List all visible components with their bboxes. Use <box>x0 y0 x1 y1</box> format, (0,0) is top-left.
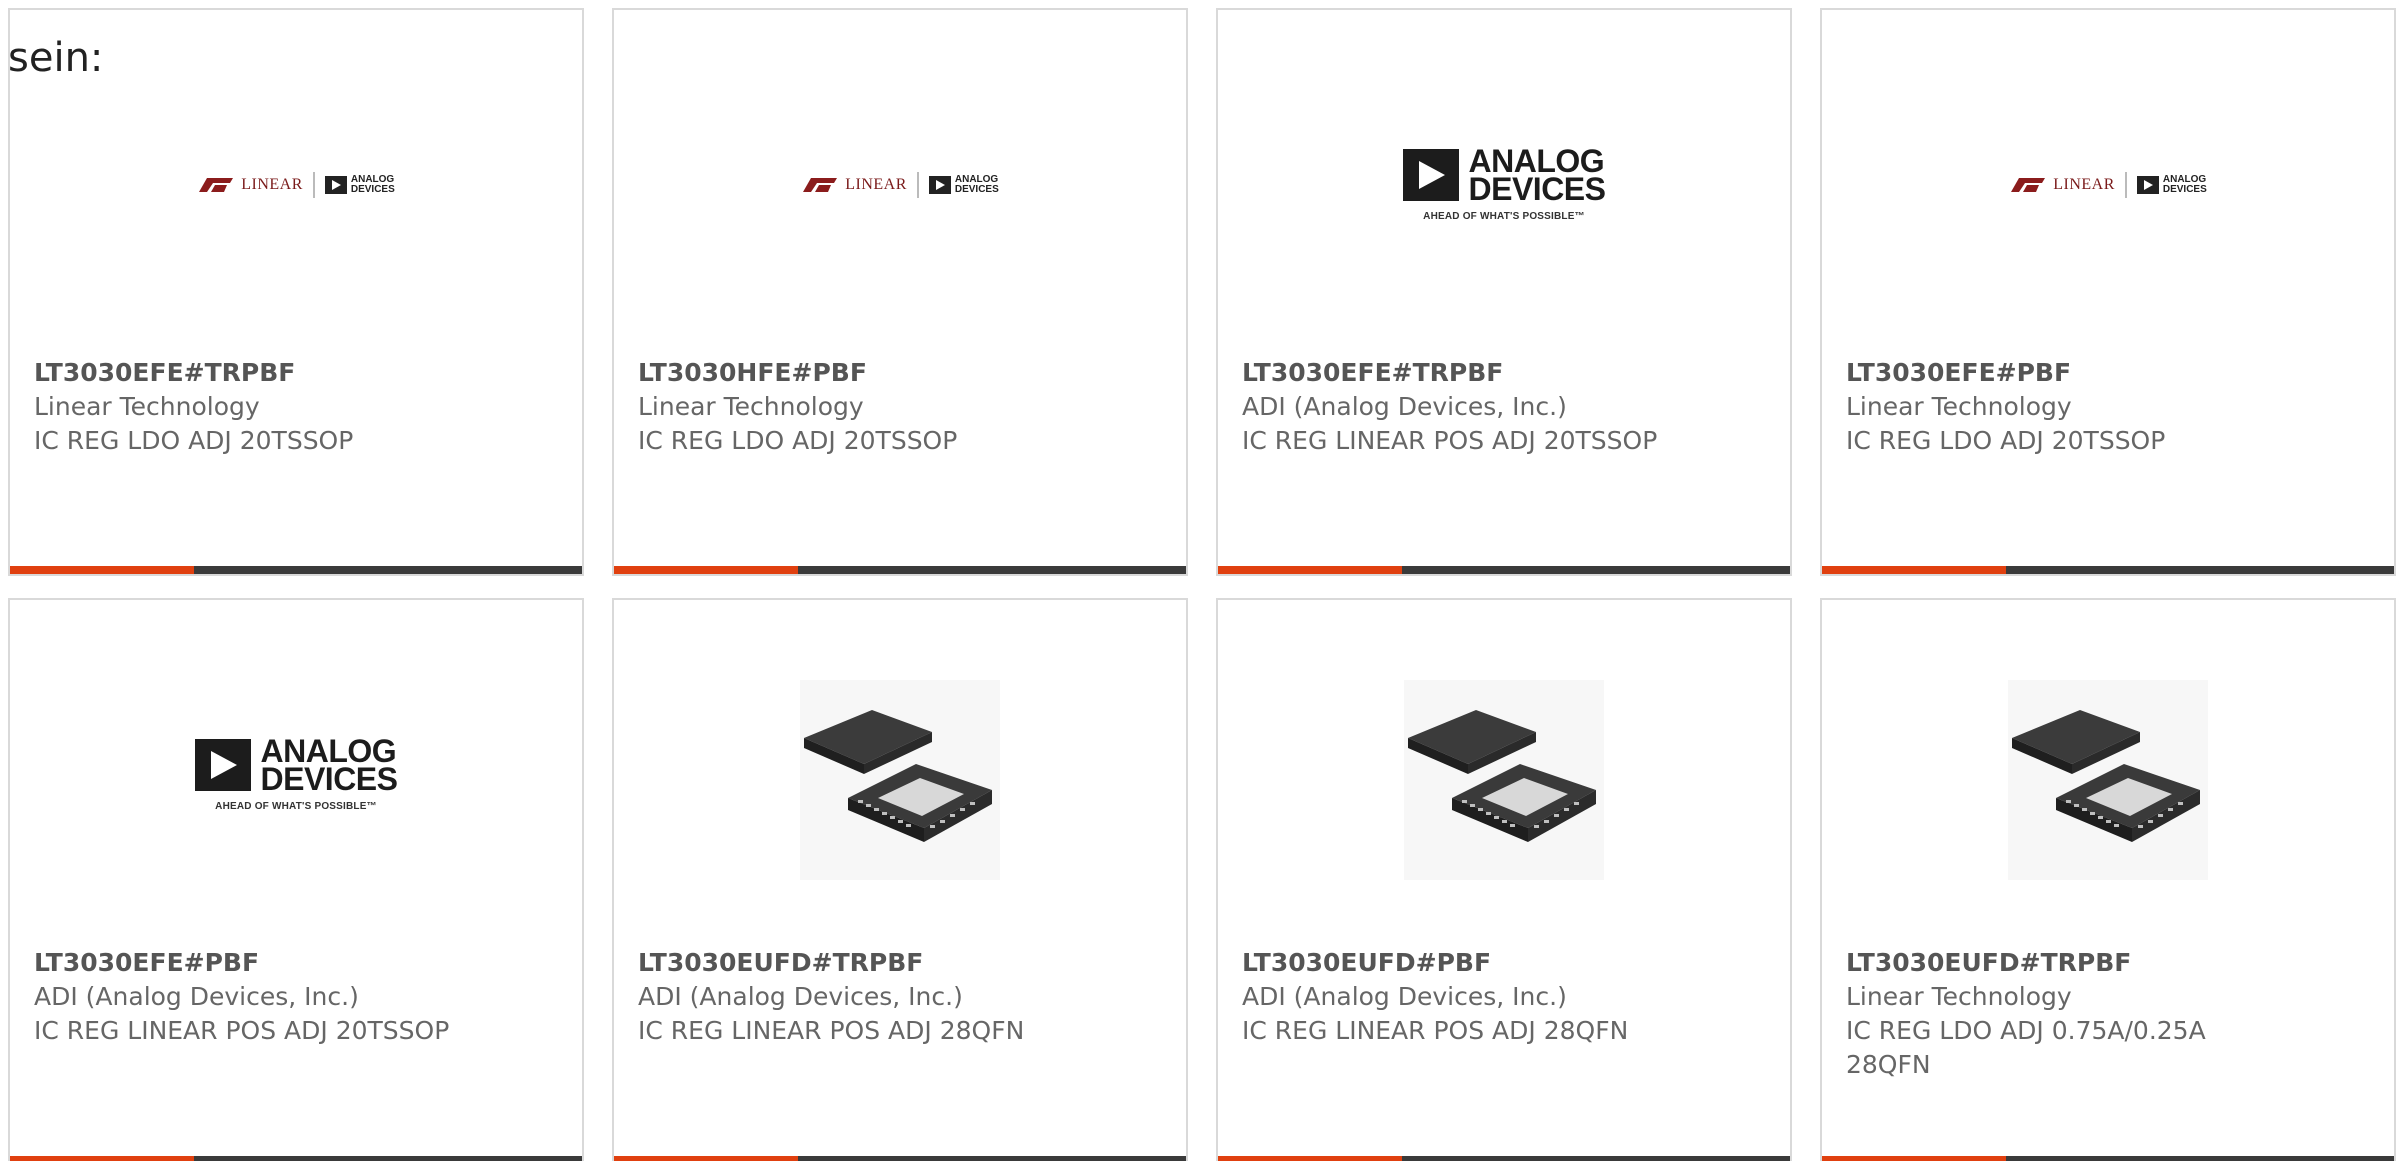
product-image[interactable]: LINEAR ANALOG DEVICES <box>1822 10 2394 350</box>
product-card[interactable]: ANALOG DEVICES AHEAD OF WHAT'S POSSIBLE™ … <box>8 598 584 1161</box>
manufacturer: Linear Technology <box>34 392 260 421</box>
card-bottom-bar <box>1822 566 2394 574</box>
description: IC REG LDO ADJ 20TSSOP <box>638 426 958 455</box>
description: IC REG LDO ADJ 0.75A/0.25A 28QFN <box>1846 1016 2206 1079</box>
product-card[interactable]: LINEAR ANALOG DEVICES LT3030EFE#PBF Linea… <box>1820 8 2396 576</box>
product-image[interactable] <box>1822 600 2394 940</box>
card-bottom-bar <box>614 1156 1186 1161</box>
product-image[interactable]: ANALOG DEVICES AHEAD OF WHAT'S POSSIBLE™ <box>1218 10 1790 350</box>
part-number[interactable]: LT3030EUFD#PBF <box>1242 946 1750 980</box>
product-card[interactable]: ANALOG DEVICES AHEAD OF WHAT'S POSSIBLE™ … <box>1216 8 1792 576</box>
card-bottom-bar <box>1218 566 1790 574</box>
description: IC REG LINEAR POS ADJ 20TSSOP <box>34 1016 450 1045</box>
card-bottom-bar <box>10 566 582 574</box>
linear-adi-logo-icon: LINEAR ANALOG DEVICES <box>2009 172 2207 198</box>
manufacturer: ADI (Analog Devices, Inc.) <box>1242 982 1567 1011</box>
product-card[interactable]: LINEAR ANALOG DEVICES LT3030EFE#TRPBF Lin… <box>8 8 584 576</box>
part-number[interactable]: LT3030EFE#TRPBF <box>34 356 462 390</box>
product-image[interactable]: ANALOG DEVICES AHEAD OF WHAT'S POSSIBLE™ <box>10 600 582 940</box>
manufacturer: ADI (Analog Devices, Inc.) <box>34 982 359 1011</box>
intro-text: sein: <box>8 35 104 81</box>
linear-adi-logo-icon: LINEAR ANALOG DEVICES <box>801 172 999 198</box>
manufacturer: ADI (Analog Devices, Inc.) <box>1242 392 1567 421</box>
manufacturer: Linear Technology <box>1846 392 2072 421</box>
qfn-chip-icon <box>2008 680 2208 880</box>
product-card[interactable]: LT3030EUFD#PBF ADI (Analog Devices, Inc.… <box>1216 598 1792 1161</box>
part-number[interactable]: LT3030EUFD#TRPBF <box>638 946 1146 980</box>
manufacturer: Linear Technology <box>638 392 864 421</box>
card-bottom-bar <box>1822 1156 2394 1161</box>
product-grid: sein: LINEAR ANALOG DEVICES LT3030EFE#TRP… <box>0 0 2400 1161</box>
product-card[interactable]: LINEAR ANALOG DEVICES LT3030HFE#PBF Linea… <box>612 8 1188 576</box>
adi-logo-icon: ANALOG DEVICES AHEAD OF WHAT'S POSSIBLE™ <box>194 735 398 812</box>
product-image[interactable] <box>614 600 1186 940</box>
product-card[interactable]: LT3030EUFD#TRPBF ADI (Analog Devices, In… <box>612 598 1188 1161</box>
part-number[interactable]: LT3030HFE#PBF <box>638 356 1066 390</box>
description: IC REG LINEAR POS ADJ 28QFN <box>1242 1016 1629 1045</box>
part-number[interactable]: LT3030EUFD#TRPBF <box>1846 946 2274 980</box>
description: IC REG LINEAR POS ADJ 20TSSOP <box>1242 426 1658 455</box>
qfn-chip-icon <box>800 680 1000 880</box>
description: IC REG LDO ADJ 20TSSOP <box>34 426 354 455</box>
qfn-chip-icon <box>1404 680 1604 880</box>
part-number[interactable]: LT3030EFE#PBF <box>1846 356 2274 390</box>
description: IC REG LINEAR POS ADJ 28QFN <box>638 1016 1025 1045</box>
adi-logo-icon: ANALOG DEVICES AHEAD OF WHAT'S POSSIBLE™ <box>1402 145 1606 222</box>
description: IC REG LDO ADJ 20TSSOP <box>1846 426 2166 455</box>
manufacturer: ADI (Analog Devices, Inc.) <box>638 982 963 1011</box>
manufacturer: Linear Technology <box>1846 982 2072 1011</box>
product-image[interactable]: LINEAR ANALOG DEVICES <box>614 10 1186 350</box>
card-bottom-bar <box>10 1156 582 1161</box>
product-image[interactable] <box>1218 600 1790 940</box>
part-number[interactable]: LT3030EFE#TRPBF <box>1242 356 1670 390</box>
part-number[interactable]: LT3030EFE#PBF <box>34 946 462 980</box>
product-card[interactable]: LT3030EUFD#TRPBF Linear Technology IC RE… <box>1820 598 2396 1161</box>
card-bottom-bar <box>614 566 1186 574</box>
linear-adi-logo-icon: LINEAR ANALOG DEVICES <box>197 172 395 198</box>
card-bottom-bar <box>1218 1156 1790 1161</box>
